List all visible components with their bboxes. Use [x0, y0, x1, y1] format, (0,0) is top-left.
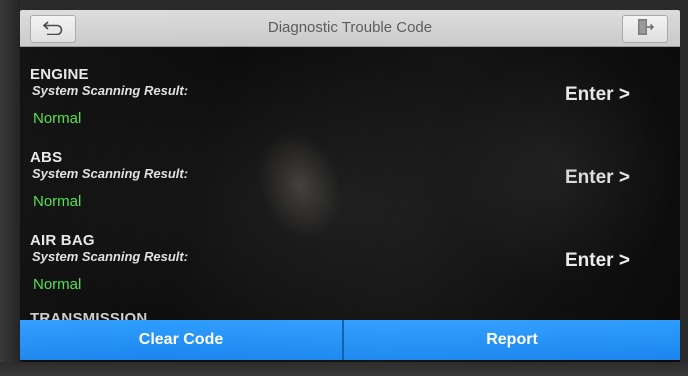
scan-result-label: System Scanning Result:	[32, 83, 189, 98]
top-bar: Diagnostic Trouble Code	[20, 10, 680, 47]
system-item-airbag[interactable]: AIR BAG System Scanning Result: Normal E…	[20, 212, 680, 294]
scan-result-label: System Scanning Result:	[32, 249, 189, 264]
scan-status: Normal	[33, 193, 82, 210]
scan-status: Normal	[33, 110, 82, 127]
system-item-abs[interactable]: ABS System Scanning Result: Normal Enter…	[20, 129, 680, 211]
bezel-left	[0, 0, 20, 376]
bezel-bottom	[0, 362, 688, 376]
exit-button[interactable]	[622, 15, 668, 43]
system-name: ENGINE	[30, 66, 89, 83]
scan-status: Normal	[33, 276, 82, 293]
scan-result-label: System Scanning Result:	[32, 166, 189, 181]
report-button[interactable]: Report	[344, 320, 680, 360]
system-item-engine[interactable]: ENGINE System Scanning Result: Normal En…	[20, 46, 680, 128]
page-title: Diagnostic Trouble Code	[267, 19, 433, 36]
scanner-screen: Diagnostic Trouble Code ENGINE System Sc…	[20, 10, 680, 362]
clear-code-button[interactable]: Clear Code	[20, 320, 344, 360]
system-name: AIR BAG	[30, 232, 95, 249]
enter-button[interactable]: Enter >	[565, 167, 630, 189]
system-list: ENGINE System Scanning Result: Normal En…	[20, 46, 680, 322]
system-name: ABS	[30, 149, 63, 166]
bottom-action-bar: Clear Code Report	[20, 320, 680, 360]
enter-button[interactable]: Enter >	[565, 84, 630, 106]
enter-button[interactable]: Enter >	[565, 250, 630, 272]
exit-door-icon	[636, 18, 655, 41]
device-photo: Diagnostic Trouble Code ENGINE System Sc…	[0, 0, 688, 376]
